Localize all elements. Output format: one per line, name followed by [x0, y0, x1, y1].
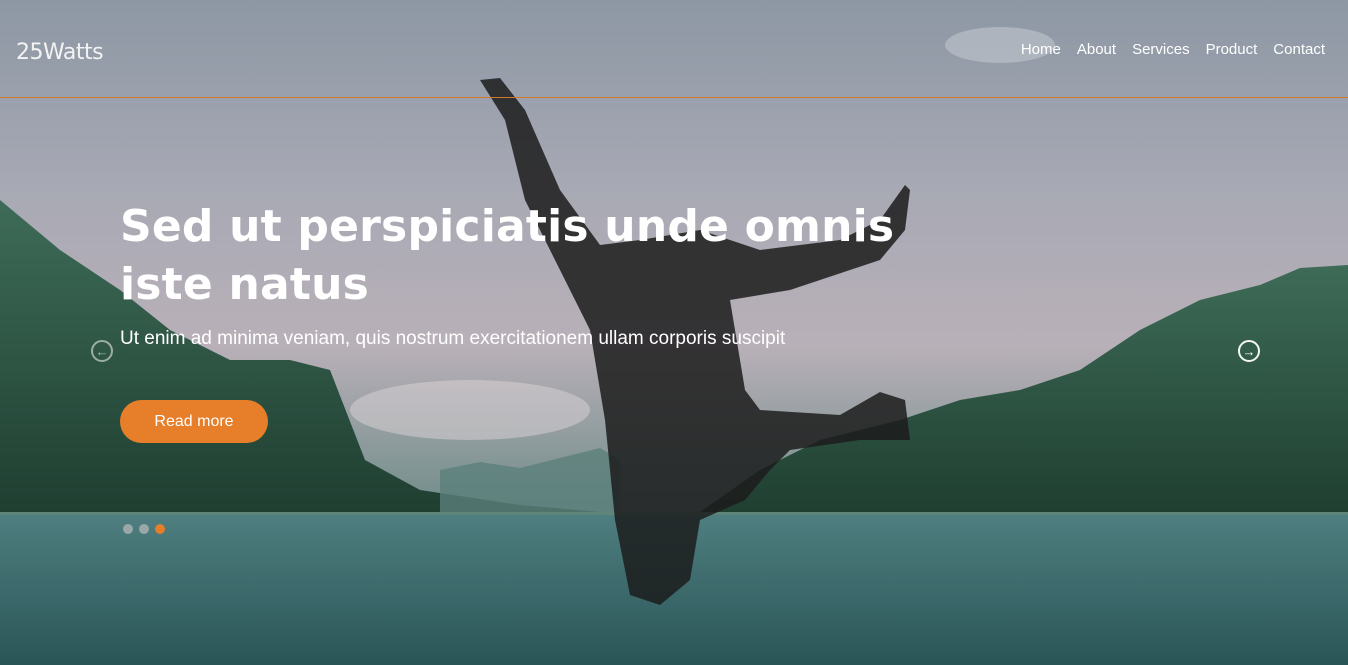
nav-about[interactable]: About — [1077, 40, 1116, 60]
nav-contact[interactable]: Contact — [1273, 40, 1325, 60]
slide-subtitle: Ut enim ad minima veniam, quis nostrum e… — [120, 328, 786, 349]
hero-slider: 25Watts Home About Services Product Cont… — [0, 0, 1348, 665]
nav-product[interactable]: Product — [1206, 40, 1258, 60]
slide-heading-line-1: Sed ut perspiciatis unde omnis — [120, 201, 895, 252]
slider-pagination — [123, 524, 165, 534]
slide-dot-1[interactable] — [123, 524, 133, 534]
slide-heading: Sed ut perspiciatis unde omnis iste natu… — [120, 198, 920, 314]
top-navbar: 25Watts Home About Services Product Cont… — [0, 0, 1348, 98]
arrow-left-circle-icon[interactable]: ← — [91, 340, 113, 362]
read-more-button[interactable]: Read more — [120, 400, 268, 443]
arrow-right-circle-icon[interactable]: → — [1238, 340, 1260, 362]
slide-dot-2[interactable] — [139, 524, 149, 534]
slide-dot-3[interactable] — [155, 524, 165, 534]
slide-heading-line-2: iste natus — [120, 259, 370, 310]
nav-services[interactable]: Services — [1132, 40, 1190, 60]
main-nav: Home About Services Product Contact — [1021, 40, 1325, 60]
slide-caption: Sed ut perspiciatis unde omnis iste natu… — [120, 198, 920, 352]
nav-home[interactable]: Home — [1021, 40, 1061, 60]
site-logo[interactable]: 25Watts — [16, 38, 104, 68]
